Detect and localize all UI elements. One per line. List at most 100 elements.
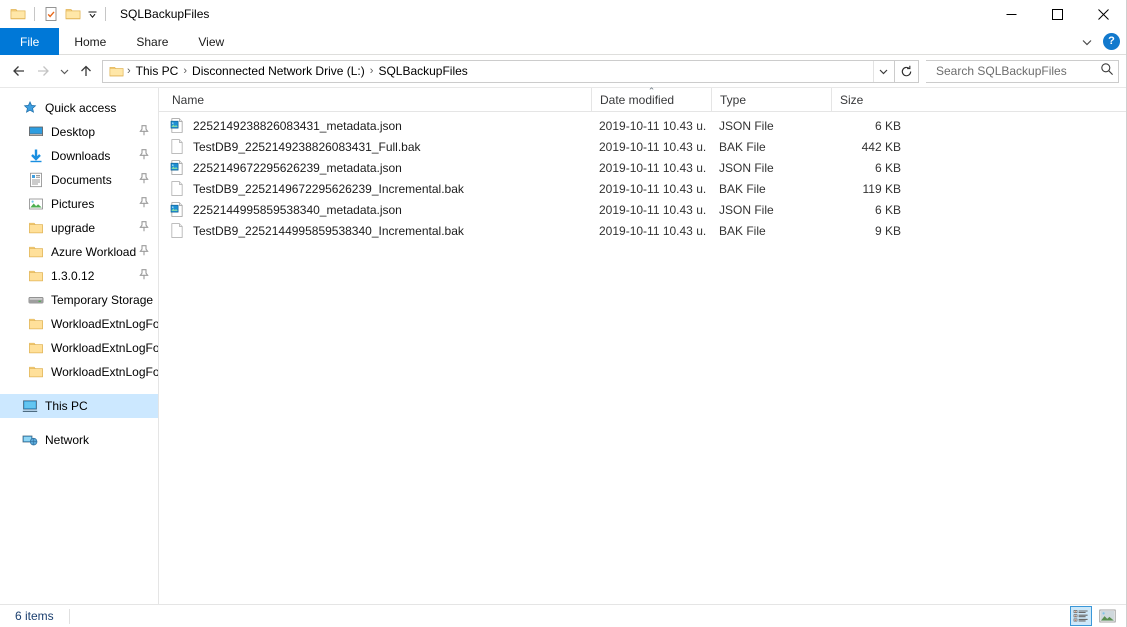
file-type-cell: BAK File (719, 139, 766, 154)
address-bar: › This PC › Disconnected Network Drive (… (0, 55, 1126, 87)
json-file-icon (169, 118, 185, 134)
large-icons-view-button[interactable] (1096, 606, 1118, 626)
column-header-label: Date modified (600, 92, 675, 107)
sidebar-item-workload-extn-log-1[interactable]: WorkloadExtnLogFo (0, 312, 158, 336)
folder-icon (107, 64, 126, 79)
sidebar-item-azure-workload[interactable]: Azure Workload (0, 240, 158, 264)
column-header-size[interactable]: Size (831, 88, 911, 111)
maximize-button[interactable] (1034, 0, 1080, 28)
file-type-cell: BAK File (719, 181, 766, 196)
refresh-button[interactable] (895, 59, 919, 83)
sidebar-item-documents[interactable]: Documents (0, 168, 158, 192)
file-size-cell: 442 KB (861, 139, 901, 154)
table-row[interactable]: 2252149238826083431_metadata.json 2019-1… (159, 115, 1126, 136)
sidebar-item-quick-access[interactable]: Quick access (0, 96, 158, 120)
generic-file-icon (169, 223, 185, 239)
details-view-button[interactable] (1070, 606, 1092, 626)
pin-icon[interactable] (139, 149, 149, 163)
forward-button[interactable] (31, 59, 55, 83)
date-modified-cell: 2019-10-11 10.43 u. (599, 202, 707, 217)
table-row[interactable]: 2252144995859538340_metadata.json 2019-1… (159, 199, 1126, 220)
quick-access-toolbar (0, 3, 111, 25)
sidebar-item-upgrade[interactable]: upgrade (0, 216, 158, 240)
file-name-cell: TestDB9_2252149672295626239_Incremental.… (159, 181, 591, 197)
search-input[interactable] (934, 63, 1100, 79)
sidebar-item-label: upgrade (51, 221, 96, 235)
chevron-down-icon[interactable] (84, 4, 100, 24)
breadcrumb-item-this-pc[interactable]: This PC (132, 61, 183, 82)
column-header-label: Size (840, 92, 864, 107)
folder-icon[interactable] (7, 3, 29, 25)
sidebar-item-network[interactable]: Network (0, 428, 158, 452)
date-modified-cell: 2019-10-11 10.43 u. (599, 139, 707, 154)
pin-icon[interactable] (139, 221, 149, 235)
expand-ribbon-icon[interactable] (1077, 32, 1097, 52)
column-header-date-modified[interactable]: ⌃ Date modified (591, 87, 711, 111)
sidebar-item-temporary-storage[interactable]: Temporary Storage (0, 288, 158, 312)
file-name: TestDB9_2252149672295626239_Incremental.… (193, 181, 464, 196)
navigation-pane: Quick access Desktop Downloads Documents… (0, 88, 159, 604)
pin-icon[interactable] (139, 245, 149, 259)
recent-locations-button[interactable] (55, 59, 74, 83)
close-button[interactable] (1080, 0, 1126, 28)
window-controls (988, 0, 1126, 28)
breadcrumb-dropdown-icon[interactable] (873, 60, 893, 82)
breadcrumb-item-folder[interactable]: SQLBackupFiles (374, 61, 471, 82)
file-size-cell: 119 KB (862, 181, 901, 196)
file-name-cell: TestDB9_2252149238826083431_Full.bak (159, 139, 591, 155)
table-row[interactable]: 2252149672295626239_metadata.json 2019-1… (159, 157, 1126, 178)
table-row[interactable]: TestDB9_2252144995859538340_Incremental.… (159, 220, 1126, 241)
column-header-label: Type (720, 92, 747, 107)
tab-share[interactable]: Share (121, 28, 183, 55)
file-name: 2252149238826083431_metadata.json (193, 118, 402, 133)
date-modified-cell: 2019-10-11 10.43 u. (599, 181, 707, 196)
search-box[interactable] (926, 59, 1119, 83)
file-type-cell: JSON File (719, 160, 774, 175)
column-header-type[interactable]: Type (711, 88, 831, 111)
sidebar-item-label: Downloads (51, 149, 111, 163)
up-button[interactable] (74, 59, 98, 83)
sidebar-item-pictures[interactable]: Pictures (0, 192, 158, 216)
date-modified-cell: 2019-10-11 10.43 u. (599, 160, 707, 175)
sidebar-item-label: Azure Workload (51, 245, 137, 259)
sidebar-item-1-3-0-12[interactable]: 1.3.0.12 (0, 264, 158, 288)
explorer-body: Quick access Desktop Downloads Documents… (0, 87, 1126, 604)
pin-icon[interactable] (139, 173, 149, 187)
ribbon-tabs: File Home Share View ? (0, 28, 1126, 55)
column-header-name[interactable]: Name (159, 88, 591, 111)
file-type-cell: JSON File (719, 202, 774, 217)
help-button[interactable]: ? (1103, 33, 1120, 50)
generic-file-icon (169, 181, 185, 197)
sidebar-item-label: WorkloadExtnLogFo (51, 341, 158, 355)
properties-icon[interactable] (40, 3, 62, 25)
qat-separator-2 (105, 7, 106, 21)
item-count-label: 6 items (15, 609, 54, 623)
pin-icon[interactable] (139, 197, 149, 211)
minimize-button[interactable] (988, 0, 1034, 28)
back-button[interactable] (7, 59, 31, 83)
breadcrumb-item-drive[interactable]: Disconnected Network Drive (L:) (188, 61, 369, 82)
pin-icon[interactable] (139, 269, 149, 283)
status-separator (68, 608, 70, 624)
pin-icon[interactable] (139, 125, 149, 139)
table-row[interactable]: TestDB9_2252149672295626239_Incremental.… (159, 178, 1126, 199)
column-headers: Name ⌃ Date modified Type Size (159, 87, 1126, 112)
breadcrumb[interactable]: › This PC › Disconnected Network Drive (… (102, 59, 895, 83)
sidebar-item-this-pc[interactable]: This PC (0, 394, 158, 418)
status-bar: 6 items (0, 604, 1126, 627)
network-icon (22, 432, 38, 448)
sidebar-item-desktop[interactable]: Desktop (0, 120, 158, 144)
tab-home[interactable]: Home (59, 28, 121, 55)
table-row[interactable]: TestDB9_2252149238826083431_Full.bak 201… (159, 136, 1126, 157)
file-list-pane: Name ⌃ Date modified Type Size 225214923… (159, 87, 1126, 604)
file-name: TestDB9_2252149238826083431_Full.bak (193, 139, 421, 154)
tab-file[interactable]: File (0, 28, 60, 55)
sidebar-item-label: Network (45, 433, 90, 447)
sidebar-item-workload-extn-log-3[interactable]: WorkloadExtnLogFo (0, 360, 158, 384)
sidebar-item-downloads[interactable]: Downloads (0, 144, 158, 168)
sidebar-item-workload-extn-log-2[interactable]: WorkloadExtnLogFo (0, 336, 158, 360)
new-folder-icon[interactable] (62, 3, 84, 25)
tab-view[interactable]: View (183, 28, 239, 55)
